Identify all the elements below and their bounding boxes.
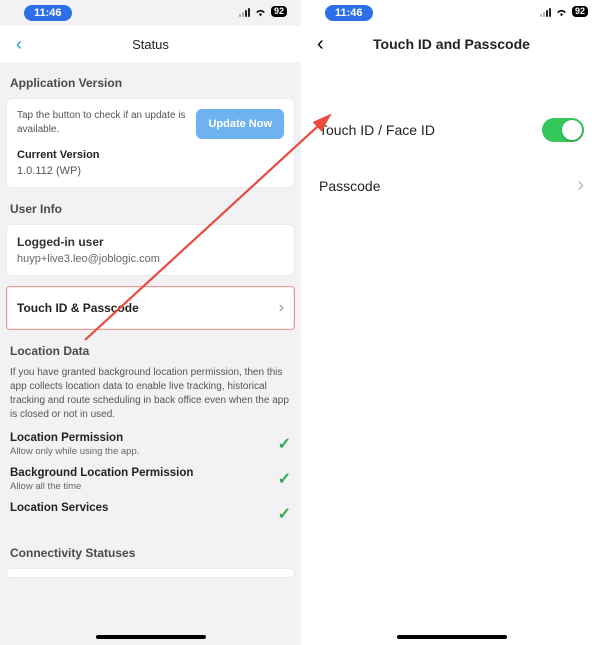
touch-face-id-toggle[interactable] bbox=[542, 118, 584, 142]
battery-icon: 92 bbox=[271, 6, 287, 17]
connectivity-card bbox=[6, 568, 295, 578]
clock-time: 11:46 bbox=[24, 5, 72, 21]
wifi-icon bbox=[254, 7, 267, 17]
background-location-sub: Allow all the time bbox=[10, 481, 193, 492]
location-services-row: Location Services ✓ bbox=[0, 492, 301, 524]
touchid-screen: 11:46 92 ‹ Touch ID and Passcode Touch I… bbox=[301, 0, 602, 645]
location-services-label: Location Services bbox=[10, 502, 108, 514]
current-version-value: 1.0.112 (WP) bbox=[17, 165, 284, 177]
current-version-label: Current Version bbox=[17, 149, 284, 161]
location-permission-row: Location Permission Allow only while usi… bbox=[0, 422, 301, 457]
status-bar: 11:46 92 bbox=[301, 0, 602, 26]
cellular-icon bbox=[239, 7, 250, 17]
user-info-card: Logged-in user huyp+live3.leo@joblogic.c… bbox=[6, 224, 295, 276]
logged-in-user-label: Logged-in user bbox=[17, 235, 284, 249]
touch-id-passcode-row[interactable]: Touch ID & Passcode › bbox=[6, 286, 295, 330]
section-user-info: User Info bbox=[0, 188, 301, 224]
passcode-row[interactable]: Passcode › bbox=[319, 158, 584, 213]
back-button[interactable]: ‹ bbox=[311, 27, 330, 62]
status-icons: 92 bbox=[540, 6, 588, 17]
location-desc: If you have granted background location … bbox=[0, 366, 301, 422]
nav-bar: ‹ Status bbox=[0, 26, 301, 62]
wifi-icon bbox=[555, 7, 568, 17]
check-icon: ✓ bbox=[278, 434, 291, 454]
touch-face-id-row: Touch ID / Face ID bbox=[319, 102, 584, 158]
back-button[interactable]: ‹ bbox=[10, 28, 28, 61]
status-bar: 11:46 92 bbox=[0, 0, 301, 26]
check-icon: ✓ bbox=[278, 469, 291, 489]
section-app-version: Application Version bbox=[0, 62, 301, 98]
nav-bar: ‹ Touch ID and Passcode bbox=[301, 26, 602, 62]
home-indicator[interactable] bbox=[96, 635, 206, 639]
logged-in-user-value: huyp+live3.leo@joblogic.com bbox=[17, 253, 284, 265]
location-permission-label: Location Permission bbox=[10, 432, 139, 444]
passcode-label: Passcode bbox=[319, 178, 380, 194]
section-connectivity: Connectivity Statuses bbox=[0, 532, 301, 568]
status-screen: 11:46 92 ‹ Status Application Version Ta… bbox=[0, 0, 301, 645]
battery-icon: 92 bbox=[572, 6, 588, 17]
background-location-row: Background Location Permission Allow all… bbox=[0, 457, 301, 492]
touch-face-id-label: Touch ID / Face ID bbox=[319, 122, 435, 138]
section-location-data: Location Data bbox=[0, 330, 301, 366]
clock-time: 11:46 bbox=[325, 5, 373, 21]
status-icons: 92 bbox=[239, 6, 287, 17]
cellular-icon bbox=[540, 7, 551, 17]
touch-id-passcode-label: Touch ID & Passcode bbox=[17, 301, 139, 315]
page-title: Touch ID and Passcode bbox=[301, 36, 602, 52]
background-location-label: Background Location Permission bbox=[10, 467, 193, 479]
chevron-right-icon: › bbox=[279, 299, 284, 317]
update-desc: Tap the button to check if an update is … bbox=[17, 109, 188, 136]
chevron-right-icon: › bbox=[577, 174, 584, 197]
update-now-button[interactable]: Update Now bbox=[196, 109, 284, 139]
home-indicator[interactable] bbox=[397, 635, 507, 639]
app-version-card: Tap the button to check if an update is … bbox=[6, 98, 295, 188]
page-title: Status bbox=[0, 37, 301, 52]
location-permission-sub: Allow only while using the app. bbox=[10, 446, 139, 457]
check-icon: ✓ bbox=[278, 504, 291, 524]
